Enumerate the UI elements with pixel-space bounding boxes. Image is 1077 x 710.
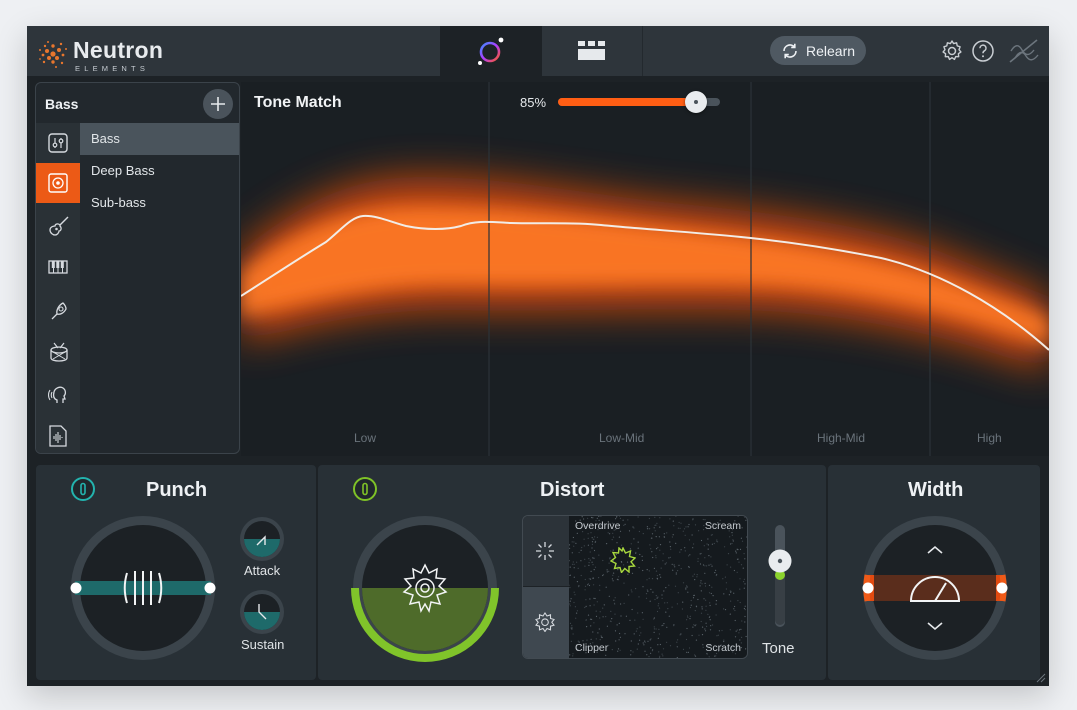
attack-knob[interactable]	[238, 515, 286, 563]
tone-match-amount: 85%	[520, 95, 547, 110]
header-bar: Neutron ELEMENTS Relearn	[27, 26, 1049, 76]
band-label-high-mid: High-Mid	[817, 431, 866, 445]
sustain-label: Sustain	[241, 637, 285, 652]
visual-mixer-orb-icon	[478, 37, 504, 65]
app-name: Neutron	[73, 37, 164, 63]
voice-icon	[48, 386, 67, 403]
sidebar-item-vocals[interactable]	[36, 373, 80, 413]
distort-xy-noise	[569, 516, 747, 658]
neutron-window: Neutron ELEMENTS Relearn Bass Bass Deep …	[27, 26, 1049, 686]
distort-title: Distort	[540, 479, 605, 501]
band-label-low-mid: Low-Mid	[599, 431, 645, 445]
band-label-low: Low	[354, 431, 377, 445]
sidebar-item-bass[interactable]	[36, 163, 80, 203]
refresh-icon	[783, 43, 797, 58]
distort-mode-gear-button[interactable]	[523, 587, 569, 658]
mixer-icon	[48, 133, 68, 153]
mixer-layout-icon	[578, 41, 605, 60]
sidebar-item-drums[interactable]	[36, 331, 80, 371]
audio-file-icon	[49, 425, 67, 447]
sidebar-title: Bass	[45, 96, 79, 112]
tone-label: Tone	[762, 640, 795, 657]
punch-knob[interactable]	[68, 513, 218, 663]
width-knob[interactable]	[860, 513, 1010, 663]
piano-icon	[48, 260, 68, 274]
horn-icon	[51, 302, 67, 320]
tone-match-title: Tone Match	[254, 94, 342, 111]
sidebar-item-guitar[interactable]	[36, 205, 80, 245]
resize-grip-icon[interactable]	[1036, 673, 1046, 683]
attack-label: Attack	[244, 563, 281, 578]
preset-item-bass[interactable]: Bass	[80, 123, 239, 155]
preset-item-deep-bass[interactable]: Deep Bass	[80, 155, 239, 187]
punch-module: Punch Attack Sustain	[36, 465, 316, 680]
punch-power-icon[interactable]	[70, 476, 96, 502]
spark-icon	[536, 542, 554, 560]
preset-item-sub-bass[interactable]: Sub-bass	[80, 187, 239, 219]
width-module: Width	[828, 465, 1040, 680]
xy-label-overdrive: Overdrive	[575, 520, 621, 532]
distort-mode-spark-button[interactable]	[523, 516, 569, 587]
band-label-high: High	[977, 431, 1002, 445]
xy-label-scream: Scream	[704, 520, 741, 532]
instrument-icon-column	[36, 123, 80, 453]
tone-match-spectrum	[241, 82, 1049, 456]
neutron-logo-icon	[39, 41, 67, 68]
drum-icon	[50, 342, 68, 362]
distortion-shape-icon	[535, 612, 555, 632]
add-preset-button[interactable]	[203, 89, 233, 119]
distort-xy-field[interactable]: Overdrive Scream Clipper Scratch	[569, 516, 747, 658]
xy-label-clipper: Clipper	[575, 642, 609, 654]
sustain-knob[interactable]	[238, 588, 286, 636]
help-icon[interactable]	[970, 38, 996, 64]
tone-match-slider-handle[interactable]	[684, 91, 707, 113]
distort-amount-knob[interactable]	[350, 513, 500, 663]
plus-icon	[211, 97, 225, 111]
app-edition: ELEMENTS	[75, 64, 150, 73]
distort-module: Distort Overdrive Scream Clipper Scratch…	[318, 465, 826, 680]
tone-match-display: Tone Match 85% Low Low-Mid High-Mid High	[241, 82, 1049, 456]
sidebar-item-keys[interactable]	[36, 247, 80, 287]
distort-xy-handle[interactable]	[610, 547, 636, 573]
preset-list: Bass Deep Bass Sub-bass	[80, 123, 239, 453]
gear-icon[interactable]	[939, 38, 965, 64]
distort-mode-buttons	[523, 516, 569, 658]
instrument-sidebar: Bass Bass Deep Bass Sub-bass	[35, 82, 240, 454]
tab-mixer[interactable]	[542, 26, 643, 76]
xy-label-scratch: Scratch	[705, 642, 741, 654]
guitar-icon	[49, 216, 69, 236]
sidebar-item-audio[interactable]	[36, 415, 80, 453]
signal-routing-icon[interactable]	[1007, 36, 1041, 66]
app-logo: Neutron ELEMENTS	[37, 34, 177, 73]
tone-slider[interactable]	[766, 523, 794, 629]
distort-power-icon[interactable]	[352, 476, 378, 502]
bass-amp-icon	[48, 173, 68, 193]
punch-title: Punch	[146, 479, 208, 501]
sidebar-item-mixer[interactable]	[36, 123, 80, 163]
sidebar-item-horns[interactable]	[36, 289, 80, 329]
width-title: Width	[908, 479, 964, 501]
distort-style-pad: Overdrive Scream Clipper Scratch	[522, 515, 748, 659]
relearn-label: Relearn	[805, 42, 856, 59]
relearn-button[interactable]: Relearn	[770, 36, 866, 65]
tab-assistant[interactable]	[440, 26, 542, 76]
